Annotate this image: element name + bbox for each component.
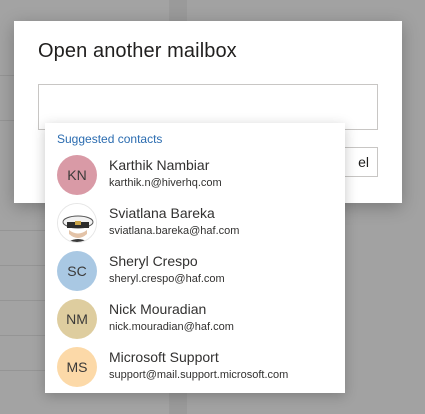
dialog-title: Open another mailbox (38, 40, 237, 62)
contact-avatar-photo (57, 203, 97, 243)
contact-item-sheryl-crespo[interactable]: SC Sheryl Crespo sheryl.crespo@haf.com (45, 246, 345, 294)
contact-item-nick-mouradian[interactable]: NM Nick Mouradian nick.mouradian@haf.com (45, 294, 345, 342)
contact-email: nick.mouradian@haf.com (109, 321, 234, 333)
contact-name: Nick Mouradian (109, 301, 207, 317)
contact-avatar: MS (57, 347, 97, 387)
contact-email: sheryl.crespo@haf.com (109, 273, 225, 285)
contact-avatar: SC (57, 251, 97, 291)
contact-item-karthik-nambiar[interactable]: KN Karthik Nambiar karthik.n@hiverhq.com (45, 150, 345, 198)
profile-photo-icon (58, 204, 96, 242)
suggested-contacts-dropdown: Suggested contacts KN Karthik Nambiar ka… (45, 123, 345, 393)
contact-email: support@mail.support.microsoft.com (109, 369, 289, 381)
contact-avatar: NM (57, 299, 97, 339)
contact-name: Karthik Nambiar (109, 157, 210, 173)
contact-email: sviatlana.bareka@haf.com (109, 225, 240, 237)
contact-name: Sviatlana Bareka (109, 205, 215, 221)
contact-email: karthik.n@hiverhq.com (109, 177, 222, 189)
suggested-contacts-header: Suggested contacts (57, 132, 163, 146)
contact-avatar: KN (57, 155, 97, 195)
contact-item-microsoft-support[interactable]: MS Microsoft Support support@mail.suppor… (45, 342, 345, 390)
contact-item-sviatlana-bareka[interactable]: Sviatlana Bareka sviatlana.bareka@haf.co… (45, 198, 345, 246)
contact-name: Microsoft Support (109, 349, 219, 365)
contact-name: Sheryl Crespo (109, 253, 198, 269)
